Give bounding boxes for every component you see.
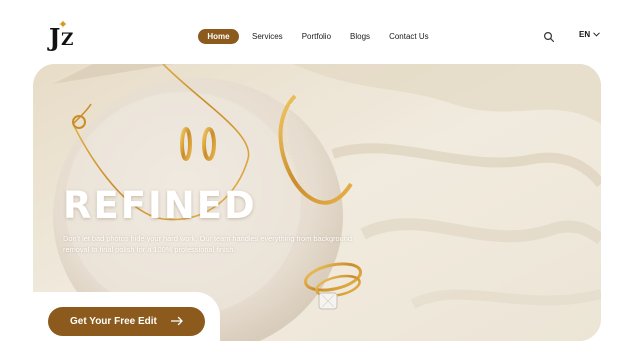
hero-title: REFINED xyxy=(63,184,257,227)
get-free-edit-button[interactable]: Get Your Free Edit xyxy=(48,307,205,336)
svg-text:J: J xyxy=(47,23,60,52)
language-label: EN xyxy=(579,30,591,39)
search-icon[interactable] xyxy=(543,31,555,43)
nav-item-services[interactable]: Services xyxy=(252,29,283,44)
nav-item-contact-us[interactable]: Contact Us xyxy=(389,29,429,44)
language-selector[interactable]: EN xyxy=(579,30,600,39)
logo[interactable]: J Z xyxy=(46,18,80,54)
main-nav: Home Services Portfolio Blogs Contact Us xyxy=(198,29,429,44)
hero-description: Don't let bad photos hide your hard work… xyxy=(63,234,352,254)
nav-item-home[interactable]: Home xyxy=(198,29,239,44)
chevron-down-icon xyxy=(593,32,600,37)
nav-item-portfolio[interactable]: Portfolio xyxy=(302,29,331,44)
arrow-right-icon xyxy=(171,316,183,326)
svg-text:Z: Z xyxy=(61,30,73,50)
cta-label: Get Your Free Edit xyxy=(70,316,157,327)
nav-item-blogs[interactable]: Blogs xyxy=(350,29,370,44)
